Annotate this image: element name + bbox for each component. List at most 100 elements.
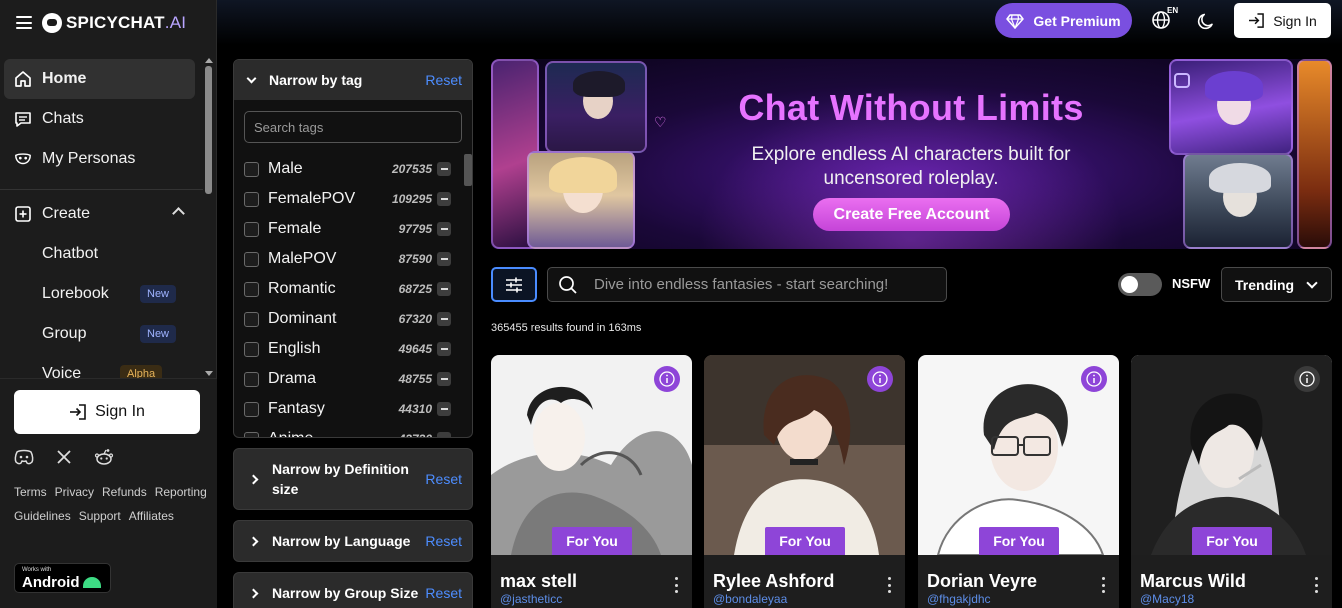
sidebar-item-lorebook[interactable]: Lorebook New xyxy=(0,274,203,314)
exclude-tag-minus-icon[interactable] xyxy=(437,252,451,266)
group-size-filter[interactable]: Narrow by Group Size Reset xyxy=(233,572,473,608)
filter-reset-button[interactable]: Reset xyxy=(425,471,462,487)
tag-checkbox[interactable] xyxy=(244,341,259,357)
x-icon[interactable] xyxy=(54,448,74,466)
info-icon[interactable] xyxy=(1294,366,1320,392)
creator-handle[interactable]: @bondaleyaa xyxy=(713,592,787,606)
sidebar-item-my-personas[interactable]: My Personas xyxy=(0,139,203,179)
header-sign-in-button[interactable]: Sign In xyxy=(1234,3,1331,38)
tag-checkbox[interactable] xyxy=(244,311,259,327)
discord-icon[interactable] xyxy=(14,448,34,466)
creator-handle[interactable]: @Macy18 xyxy=(1140,592,1194,606)
tag-row[interactable]: English 49645 xyxy=(244,334,454,364)
tag-filter-header[interactable]: Narrow by tag Reset xyxy=(234,60,472,100)
tag-row[interactable]: FemalePOV 109295 xyxy=(244,184,454,214)
tag-list-scroll-thumb[interactable] xyxy=(464,154,472,186)
tag-checkbox[interactable] xyxy=(244,161,259,177)
search-input[interactable] xyxy=(594,276,934,293)
footer-link-privacy[interactable]: Privacy xyxy=(55,483,94,501)
sidebar-item-chats[interactable]: Chats xyxy=(0,99,203,139)
exclude-tag-minus-icon[interactable] xyxy=(437,192,451,206)
sidebar-item-voice[interactable]: Voice Alpha xyxy=(0,354,203,378)
filter-reset-button[interactable]: Reset xyxy=(425,585,462,601)
creator-handle[interactable]: @jastheticc xyxy=(500,592,562,606)
tag-checkbox[interactable] xyxy=(244,401,259,417)
android-badge[interactable]: Works with Android xyxy=(14,563,111,593)
sidebar-item-create[interactable]: Create xyxy=(0,194,203,234)
info-icon[interactable] xyxy=(867,366,893,392)
get-premium-button[interactable]: Get Premium xyxy=(995,3,1132,38)
info-icon[interactable] xyxy=(654,366,680,392)
sort-select[interactable]: Trending xyxy=(1221,267,1332,302)
tag-row[interactable]: Male 207535 xyxy=(244,154,454,184)
reddit-icon[interactable] xyxy=(94,448,114,466)
scroll-thumb[interactable] xyxy=(205,66,212,194)
logo-icon[interactable] xyxy=(42,12,62,33)
scroll-up-arrow-icon[interactable] xyxy=(205,58,213,63)
home-icon xyxy=(14,70,32,88)
sign-in-icon xyxy=(1248,13,1265,28)
scroll-down-arrow-icon[interactable] xyxy=(205,371,213,376)
tag-checkbox[interactable] xyxy=(244,371,259,387)
character-card[interactable]: For You Rylee Ashford @bondaleyaa xyxy=(704,355,905,608)
language-selector[interactable]: EN xyxy=(1151,6,1179,34)
nsfw-toggle[interactable] xyxy=(1118,273,1162,296)
character-search[interactable] xyxy=(547,267,947,302)
chevron-up-icon[interactable] xyxy=(172,207,185,220)
footer-link-terms[interactable]: Terms xyxy=(14,483,47,501)
create-free-account-button[interactable]: Create Free Account xyxy=(813,198,1010,231)
exclude-tag-minus-icon[interactable] xyxy=(437,402,451,416)
filter-reset-button[interactable]: Reset xyxy=(425,533,462,549)
tag-row[interactable]: Anime 42730 xyxy=(244,424,454,437)
tag-checkbox[interactable] xyxy=(244,431,259,437)
language-filter[interactable]: Narrow by Language Reset xyxy=(233,520,473,562)
character-card[interactable]: For You Marcus Wild @Macy18 xyxy=(1131,355,1332,608)
tag-filter-reset-button[interactable]: Reset xyxy=(425,72,462,88)
info-icon[interactable] xyxy=(1081,366,1107,392)
exclude-tag-minus-icon[interactable] xyxy=(437,222,451,236)
tag-row[interactable]: Fantasy 44310 xyxy=(244,394,454,424)
tag-checkbox[interactable] xyxy=(244,191,259,207)
tag-row[interactable]: Romantic 68725 xyxy=(244,274,454,304)
tag-checkbox[interactable] xyxy=(244,251,259,267)
moon-icon[interactable] xyxy=(1197,11,1217,31)
exclude-tag-minus-icon[interactable] xyxy=(437,342,451,356)
tag-checkbox[interactable] xyxy=(244,221,259,237)
hamburger-menu-icon[interactable] xyxy=(16,16,32,29)
more-options-icon[interactable] xyxy=(674,577,678,593)
more-options-icon[interactable] xyxy=(1101,577,1105,593)
exclude-tag-minus-icon[interactable] xyxy=(437,162,451,176)
tag-search-input[interactable] xyxy=(244,111,462,143)
tag-row[interactable]: Dominant 67320 xyxy=(244,304,454,334)
tag-row[interactable]: Female 97795 xyxy=(244,214,454,244)
sidebar-item-chatbot[interactable]: Chatbot xyxy=(0,234,203,274)
footer-link-reporting[interactable]: Reporting xyxy=(155,483,207,501)
tag-row[interactable]: MalePOV 87590 xyxy=(244,244,454,274)
footer-link-guidelines[interactable]: Guidelines xyxy=(14,507,71,525)
more-options-icon[interactable] xyxy=(1314,577,1318,593)
filter-toggle-button[interactable] xyxy=(491,267,537,302)
exclude-tag-minus-icon[interactable] xyxy=(437,282,451,296)
footer-links: Terms Privacy Refunds Reporting Guidelin… xyxy=(14,483,210,525)
footer-link-refunds[interactable]: Refunds xyxy=(102,483,147,501)
tag-count: 68725 xyxy=(398,282,432,296)
footer-link-affiliates[interactable]: Affiliates xyxy=(129,507,174,525)
creator-handle[interactable]: @fhgakjdhc xyxy=(927,592,991,606)
exclude-tag-minus-icon[interactable] xyxy=(437,312,451,326)
character-card[interactable]: For You Dorian Veyre @fhgakjdhc xyxy=(918,355,1119,608)
tag-checkbox[interactable] xyxy=(244,281,259,297)
character-card[interactable]: For You max stell @jastheticc xyxy=(491,355,692,608)
promo-banner[interactable]: ♡ Chat Without Limits Explore endless AI… xyxy=(491,59,1332,249)
more-options-icon[interactable] xyxy=(887,577,891,593)
exclude-tag-minus-icon[interactable] xyxy=(437,432,451,437)
sidebar-item-home[interactable]: Home xyxy=(4,59,195,99)
definition-size-filter[interactable]: Narrow by Definition size Reset xyxy=(233,448,473,510)
sidebar-sign-in-button[interactable]: Sign In xyxy=(14,390,200,434)
tag-row[interactable]: Drama 48755 xyxy=(244,364,454,394)
footer-link-support[interactable]: Support xyxy=(79,507,121,525)
sidebar-scrollbar[interactable] xyxy=(203,58,214,378)
sidebar-item-group[interactable]: Group New xyxy=(0,314,203,354)
logo-text[interactable]: SPICYCHAT.AI xyxy=(66,13,186,33)
exclude-tag-minus-icon[interactable] xyxy=(437,372,451,386)
tag-count: 207535 xyxy=(391,162,432,176)
